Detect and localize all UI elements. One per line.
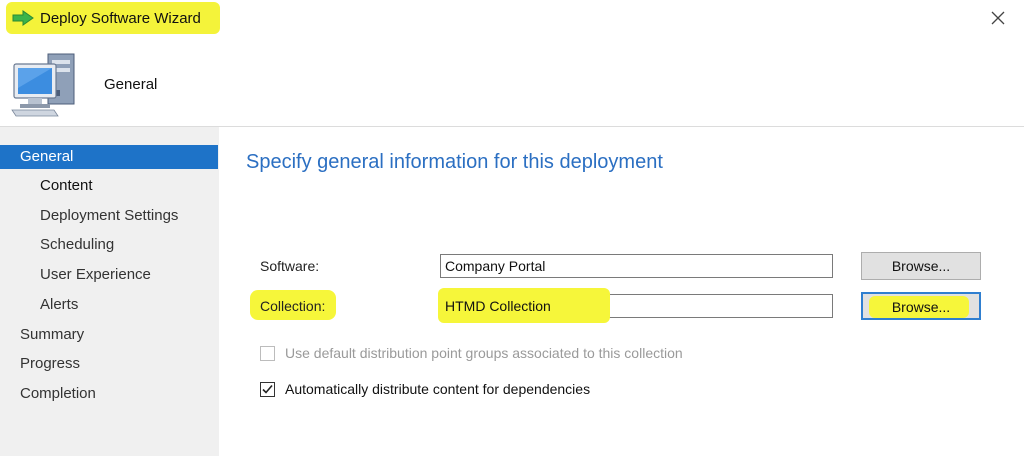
collection-value: HTMD Collection — [445, 298, 551, 314]
nav-item-label: User Experience — [40, 266, 151, 283]
nav-item-label: Content — [40, 177, 93, 194]
main-panel: Specify general information for this dep… — [220, 127, 1024, 456]
nav-item-label: General — [20, 148, 74, 165]
computer-icon — [11, 53, 75, 117]
nav-item-label: Deployment Settings — [40, 207, 179, 224]
software-browse-button[interactable]: Browse... — [861, 252, 981, 280]
software-field[interactable]: Company Portal — [440, 254, 833, 278]
checkmark-icon — [262, 384, 273, 394]
nav-item-label: Summary — [20, 326, 85, 343]
title-bar: Deploy Software Wizard — [0, 0, 1024, 36]
nav-item-alerts[interactable]: Alerts — [0, 293, 218, 317]
nav-item-general[interactable]: General — [0, 145, 218, 169]
auto-distribute-checkbox[interactable] — [260, 382, 275, 397]
nav-item-completion[interactable]: Completion — [0, 382, 218, 406]
window-title: Deploy Software Wizard — [40, 10, 201, 27]
nav-item-label: Alerts — [40, 296, 79, 313]
wizard-nav: General Content Deployment Settings Sche… — [0, 127, 219, 456]
nav-item-label: Completion — [20, 385, 96, 402]
close-button[interactable] — [986, 6, 1010, 30]
green-arrow-icon — [12, 10, 34, 26]
collection-browse-button[interactable]: Browse... — [861, 292, 981, 320]
collection-label: Collection: — [260, 298, 326, 314]
nav-item-scheduling[interactable]: Scheduling — [0, 233, 218, 257]
nav-item-deployment-settings[interactable]: Deployment Settings — [0, 204, 218, 228]
page-title: General — [104, 76, 158, 93]
wizard-header: General — [0, 36, 1024, 127]
default-dp-groups-checkbox[interactable] — [260, 346, 275, 361]
default-dp-groups-label: Use default distribution point groups as… — [285, 345, 683, 361]
nav-item-label: Progress — [20, 355, 81, 372]
collection-browse-label: Browse... — [891, 299, 951, 315]
nav-item-user-experience[interactable]: User Experience — [0, 263, 218, 287]
software-label: Software: — [260, 258, 320, 274]
auto-distribute-label: Automatically distribute content for dep… — [285, 381, 591, 397]
nav-item-progress[interactable]: Progress — [0, 352, 218, 376]
nav-item-label: Scheduling — [40, 236, 115, 253]
section-heading: Specify general information for this dep… — [246, 151, 663, 173]
nav-item-content[interactable]: Content — [0, 174, 218, 198]
close-icon — [991, 11, 1005, 25]
nav-item-summary[interactable]: Summary — [0, 323, 218, 347]
collection-field[interactable]: HTMD Collection — [438, 288, 833, 323]
